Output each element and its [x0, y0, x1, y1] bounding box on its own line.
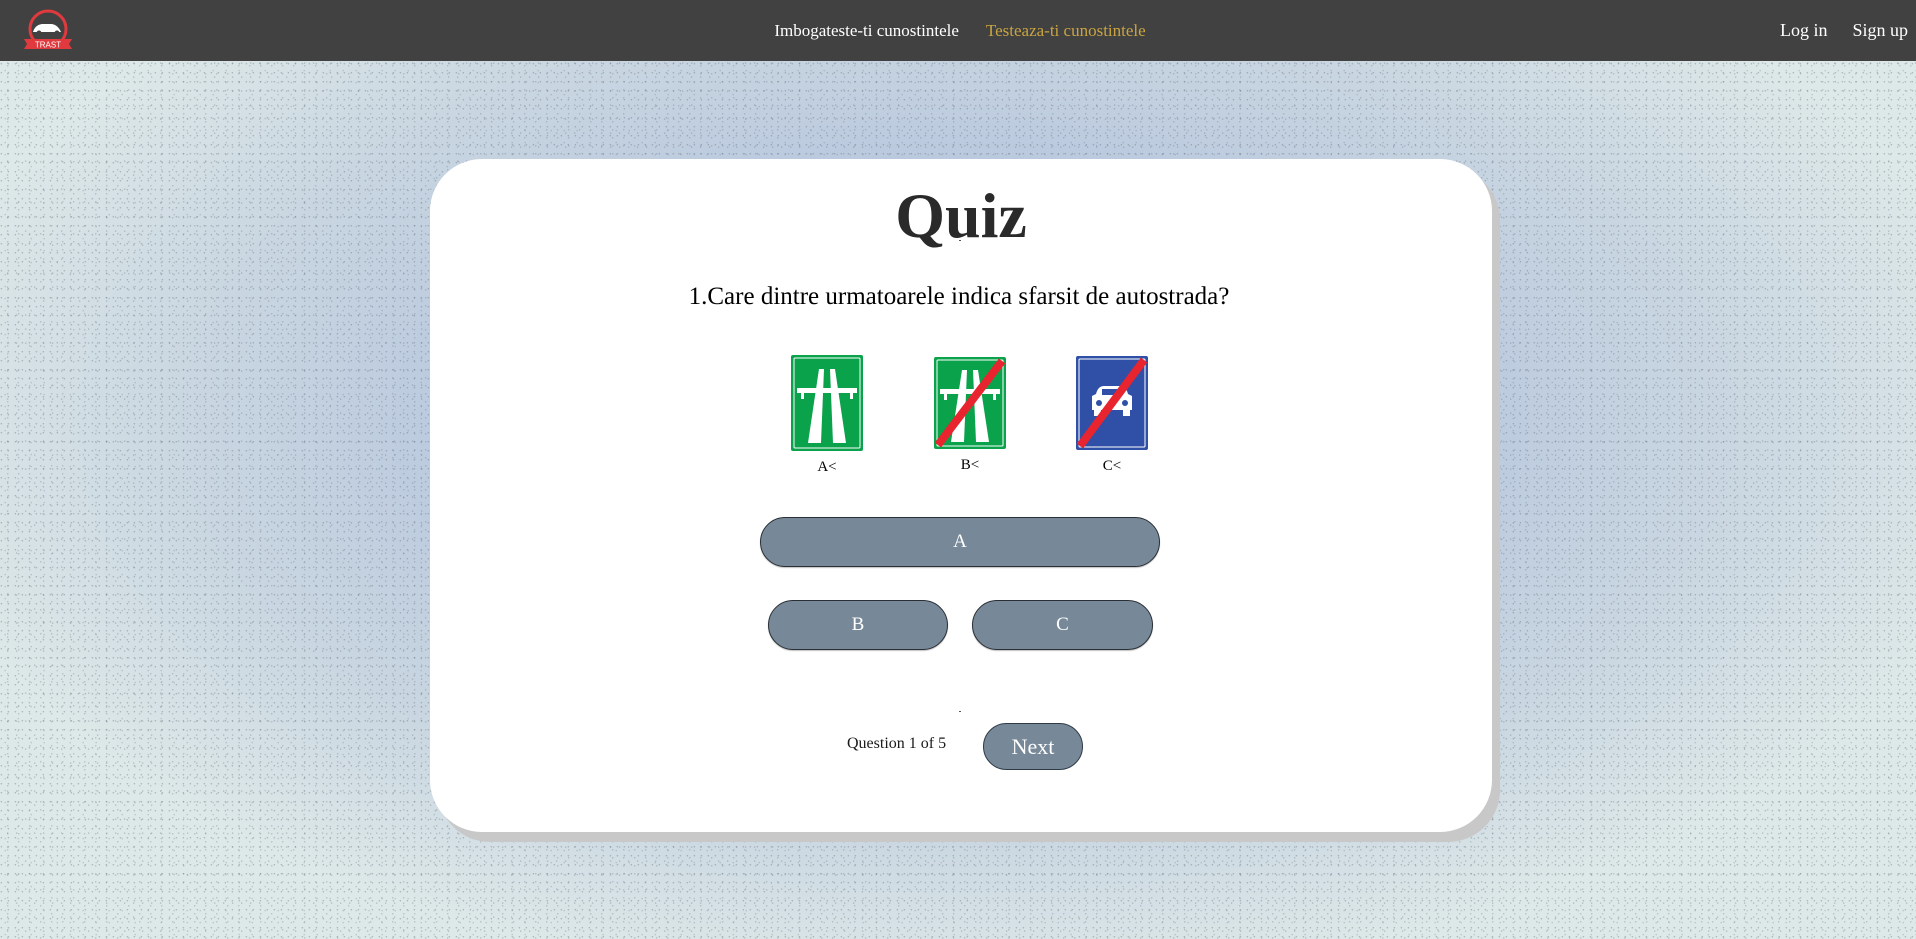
- question-counter: Question 1 of 5: [847, 735, 946, 753]
- total-questions-number: 5: [938, 735, 947, 752]
- sign-options: A< B< C<: [430, 355, 1492, 485]
- quiz-card: Quiz 1.Care dintre urmatoarele indica sf…: [430, 159, 1492, 832]
- login-link[interactable]: Log in: [1780, 20, 1828, 41]
- auth-nav: Log in Sign up: [1780, 0, 1908, 61]
- question-counter-of: of: [920, 735, 935, 752]
- end-of-motorway-sign-icon: [934, 357, 1006, 449]
- answer-button-c[interactable]: C: [972, 600, 1153, 650]
- sign-option-b: B<: [930, 357, 1010, 474]
- signup-link[interactable]: Sign up: [1852, 20, 1908, 41]
- answer-button-a[interactable]: A: [760, 517, 1160, 567]
- divider-dot: [959, 711, 961, 712]
- answer-button-b[interactable]: B: [768, 600, 948, 650]
- quiz-footer: Question 1 of 5 Next: [430, 723, 1492, 773]
- divider-dot: [959, 240, 961, 241]
- current-question-number: 1: [908, 735, 917, 752]
- sign-label-c: C<: [1102, 458, 1122, 474]
- question-text: 1.Care dintre urmatoarele indica sfarsit…: [688, 283, 1230, 310]
- navbar: TRAST Imbogateste-ti cunostintele Testea…: [0, 0, 1916, 61]
- sign-label-b: B<: [960, 457, 980, 473]
- sign-option-a: A<: [787, 355, 867, 476]
- nav-link-test[interactable]: Testeaza-ti cunostintele: [986, 21, 1146, 41]
- next-button[interactable]: Next: [983, 723, 1083, 770]
- end-of-expressway-sign-icon: [1076, 356, 1148, 450]
- main-nav: Imbogateste-ti cunostintele Testeaza-ti …: [0, 0, 1916, 61]
- sign-option-c: C<: [1072, 356, 1152, 475]
- sign-label-a: A<: [817, 459, 837, 475]
- nav-link-learn[interactable]: Imbogateste-ti cunostintele: [774, 21, 959, 41]
- motorway-sign-icon: [791, 355, 863, 451]
- page-title: Quiz: [895, 180, 1027, 251]
- question-counter-label: Question: [847, 735, 905, 752]
